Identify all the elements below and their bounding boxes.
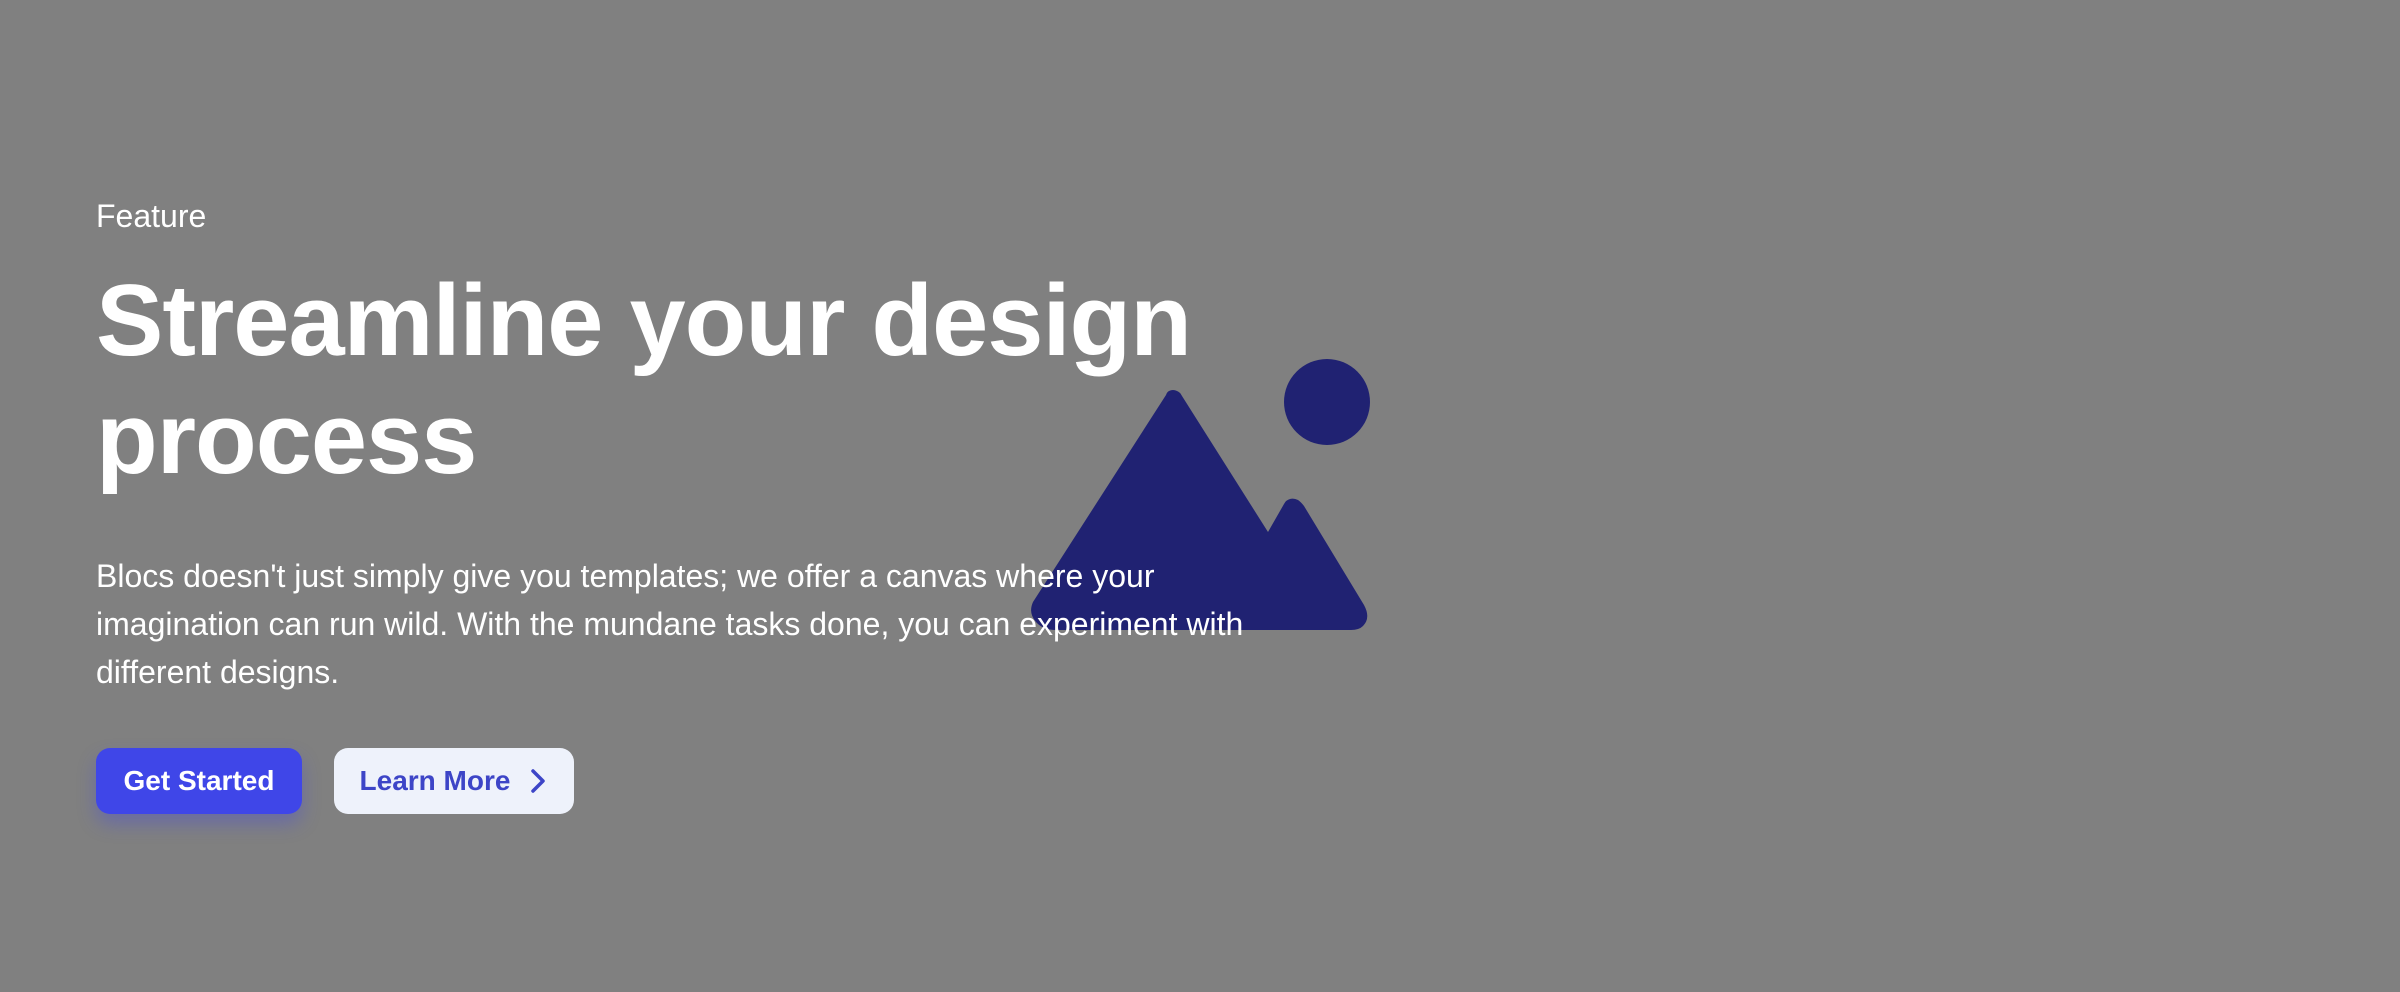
- title-line-2: process: [96, 383, 477, 495]
- learn-more-button[interactable]: Learn More: [334, 748, 574, 814]
- chevron-right-icon: [531, 769, 546, 793]
- hero-content: Feature Streamline your design process B…: [96, 196, 1276, 814]
- learn-more-label: Learn More: [359, 765, 511, 796]
- title-line-1: Streamline your design: [96, 265, 1192, 377]
- page-title: Streamline your design process: [96, 262, 1276, 498]
- get-started-button[interactable]: Get Started: [96, 748, 302, 814]
- hero-section: Feature Streamline your design process B…: [0, 0, 2400, 992]
- eyebrow-label: Feature: [96, 198, 207, 234]
- hero-actions: Get Started Learn More: [96, 748, 1276, 814]
- get-started-label: Get Started: [123, 765, 275, 796]
- hero-description: Blocs doesn't just simply give you templ…: [96, 558, 1244, 690]
